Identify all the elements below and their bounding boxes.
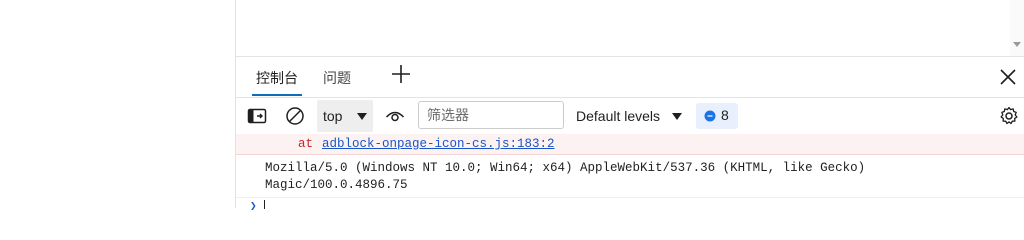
- context-selector-label: top: [323, 108, 343, 124]
- log-levels-dropdown[interactable]: Default levels: [576, 108, 660, 124]
- context-selector[interactable]: top: [317, 100, 373, 132]
- console-output: at adblock-onpage-icon-cs.js:183:2 Mozil…: [236, 134, 1024, 213]
- console-toolbar: top Default levels 8: [236, 97, 1024, 135]
- page-blank-area: [0, 0, 235, 208]
- scroll-down-arrow-icon[interactable]: [1013, 42, 1021, 47]
- filter-input[interactable]: [418, 101, 564, 129]
- clear-console-icon[interactable]: [284, 105, 306, 127]
- plus-icon[interactable]: [390, 63, 412, 85]
- log-message-line-2: Magic/100.0.4896.75: [265, 178, 408, 192]
- issues-count: 8: [721, 107, 729, 123]
- chevron-down-icon[interactable]: [672, 113, 682, 120]
- devtools-tabbar: 控制台 问题: [236, 57, 1024, 97]
- console-prompt[interactable]: ❯: [236, 197, 1024, 213]
- source-link[interactable]: adblock-onpage-icon-cs.js:183:2: [322, 137, 555, 151]
- tab-console[interactable]: 控制台: [252, 68, 302, 96]
- issues-badge[interactable]: 8: [696, 103, 738, 129]
- gear-icon[interactable]: [998, 105, 1020, 127]
- chevron-down-icon: [357, 113, 367, 120]
- prompt-chevron-icon: ❯: [250, 201, 257, 213]
- devtools-panel: 控制台 问题 top 筛选器 Default levels 8 at adblo…: [236, 57, 1024, 213]
- error-stack-at: at: [298, 137, 314, 151]
- log-message-line-1: Mozilla/5.0 (Windows NT 10.0; Win64; x64…: [265, 161, 866, 175]
- page-content-area: [236, 0, 1024, 57]
- close-icon[interactable]: [998, 67, 1018, 87]
- message-icon: [704, 110, 716, 122]
- error-stack-line: at adblock-onpage-icon-cs.js:183:2: [236, 134, 1024, 155]
- page-scrollbar[interactable]: [1010, 0, 1024, 56]
- tab-issues[interactable]: 问题: [323, 68, 351, 88]
- live-expression-eye-icon[interactable]: [384, 105, 406, 127]
- text-caret: [264, 200, 265, 209]
- sidebar-toggle-icon[interactable]: [246, 105, 268, 127]
